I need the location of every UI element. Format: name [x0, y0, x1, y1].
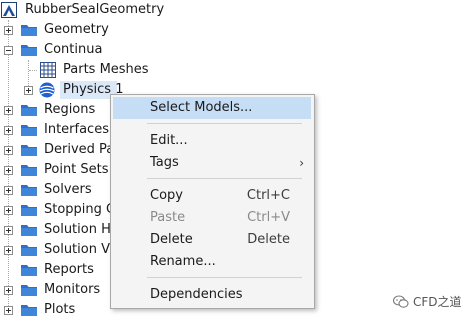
menu-shortcut: Ctrl+C	[246, 188, 290, 203]
expand-icon[interactable]	[4, 286, 13, 295]
menu-item-select-models[interactable]: Select Models...	[113, 97, 311, 119]
wechat-icon	[393, 295, 409, 308]
menu-separator	[147, 277, 302, 278]
tree-item-label: Stopping C	[44, 202, 116, 217]
expand-icon[interactable]	[4, 246, 13, 255]
menu-shortcut: Delete	[247, 232, 290, 247]
menu-item-label: Tags	[150, 155, 179, 170]
tree-item-label: Solvers	[44, 182, 92, 197]
watermark-text: CFD之道	[413, 295, 462, 309]
folder-icon	[21, 105, 37, 116]
tree-item-label: Parts Meshes	[63, 62, 149, 77]
simulation-root-icon	[1, 2, 17, 18]
menu-item-label: Copy	[150, 188, 183, 203]
menu-item-delete[interactable]: Delete Delete	[111, 229, 314, 251]
expand-icon[interactable]	[4, 106, 13, 115]
menu-item-copy[interactable]: Copy Ctrl+C	[111, 185, 314, 207]
expand-icon[interactable]	[4, 26, 13, 35]
expand-icon[interactable]	[4, 126, 13, 135]
menu-item-rename[interactable]: Rename...	[111, 251, 314, 273]
folder-icon	[21, 225, 37, 236]
tree-item-label: Continua	[44, 42, 103, 57]
menu-item-label: Paste	[150, 210, 186, 225]
menu-separator	[147, 178, 302, 179]
menu-item-label: Delete	[150, 232, 193, 247]
expand-icon[interactable]	[4, 146, 13, 155]
menu-item-label: Select Models...	[150, 100, 253, 115]
expand-icon[interactable]	[4, 226, 13, 235]
tree-item-label: Reports	[44, 262, 94, 277]
tree-item-label: Point Sets	[44, 162, 109, 177]
folder-icon	[21, 145, 37, 156]
folder-icon	[21, 265, 37, 276]
grid-icon	[40, 62, 56, 78]
menu-separator	[147, 123, 302, 124]
menu-shortcut: Ctrl+V	[247, 210, 290, 225]
collapse-icon[interactable]	[4, 46, 13, 55]
tree-item-label: Solution Vi	[44, 242, 114, 257]
expand-icon[interactable]	[4, 206, 13, 215]
folder-icon	[21, 25, 37, 36]
tree-item-label: Plots	[44, 302, 76, 317]
menu-item-dependencies[interactable]: Dependencies	[111, 284, 314, 306]
folder-icon	[21, 245, 37, 256]
submenu-arrow-icon: ›	[299, 156, 304, 170]
expand-icon[interactable]	[24, 86, 33, 95]
folder-icon	[21, 125, 37, 136]
tree-item-label: Derived Pa	[44, 142, 115, 157]
expand-icon[interactable]	[4, 186, 13, 195]
tree-item-label: Monitors	[44, 282, 101, 297]
menu-item-label: Dependencies	[150, 287, 243, 302]
folder-icon	[21, 285, 37, 296]
expand-icon[interactable]	[4, 306, 13, 315]
tree-guide-line	[29, 70, 37, 71]
menu-item-edit[interactable]: Edit...	[111, 130, 314, 152]
physics-sphere-icon	[39, 82, 55, 98]
expand-icon[interactable]	[4, 166, 13, 175]
context-menu: Select Models... Edit... Tags › Copy Ctr…	[110, 94, 315, 309]
menu-item-label: Rename...	[150, 254, 216, 269]
menu-item-paste[interactable]: Paste Ctrl+V	[111, 207, 314, 229]
tree-item-label: Regions	[44, 102, 96, 117]
folder-icon	[21, 205, 37, 216]
tree-item-label: Solution H	[44, 222, 111, 237]
folder-icon	[21, 185, 37, 196]
folder-icon	[21, 305, 37, 316]
menu-item-tags[interactable]: Tags ›	[111, 152, 314, 174]
tree-item-label: Geometry	[44, 22, 109, 37]
menu-item-label: Edit...	[150, 133, 188, 148]
folder-icon	[21, 45, 37, 56]
tree-item-label: Interfaces	[44, 122, 109, 137]
tree-guide-line	[8, 20, 9, 310]
tree-root-label: RubberSealGeometry	[25, 2, 165, 17]
folder-icon	[21, 165, 37, 176]
